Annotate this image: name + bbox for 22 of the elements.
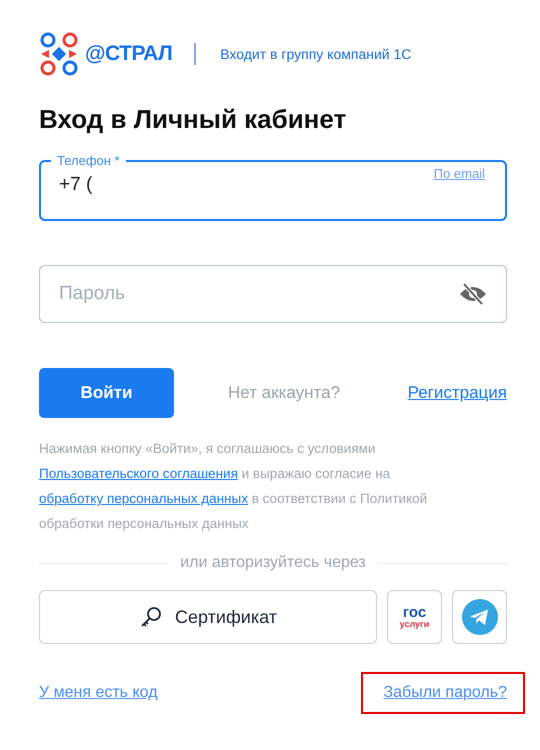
text-link[interactable]: Забыли пароль?: [363, 674, 523, 712]
telegram-button[interactable]: [452, 590, 507, 644]
page-title: Вход в Личный кабинет: [39, 104, 348, 135]
paper-plane-icon: [462, 599, 498, 635]
tagline: Входит в группу компаний 1С: [220, 46, 412, 62]
divider-text: или авторизуйтесь через: [180, 554, 366, 572]
consent-text: Нажимая кнопку «Войти», я соглашаюсь с условиями Пользовательского соглашения и выражаю согласие на обработку персональных данных в соответствии с Политикой обработки персональных данных: [39, 440, 428, 533]
gosuslugi-button[interactable]: гос услуги: [387, 590, 442, 644]
login-button[interactable]: Войти: [39, 368, 174, 418]
field-label: Телефон *: [56, 153, 121, 168]
brand-name: @СТРАЛ: [85, 42, 172, 66]
text-link[interactable]: У меня есть код: [39, 674, 158, 712]
password-field[interactable]: Пароль: [39, 265, 507, 323]
logo-icon: [39, 32, 79, 76]
eye-crossed-icon[interactable]: [459, 283, 487, 305]
certificate-button[interactable]: Сертификат: [39, 590, 377, 644]
no-account-text: Нет аккаунта?: [228, 383, 340, 403]
key-icon: [139, 605, 164, 629]
personal-data-link[interactable]: обработку персональных данных: [39, 491, 248, 506]
register-link[interactable]: Регистрация: [408, 383, 507, 403]
agreement-link[interactable]: Пользовательского соглашения: [39, 466, 238, 481]
phone-field[interactable]: Телефон * По email +7 (: [39, 153, 507, 221]
